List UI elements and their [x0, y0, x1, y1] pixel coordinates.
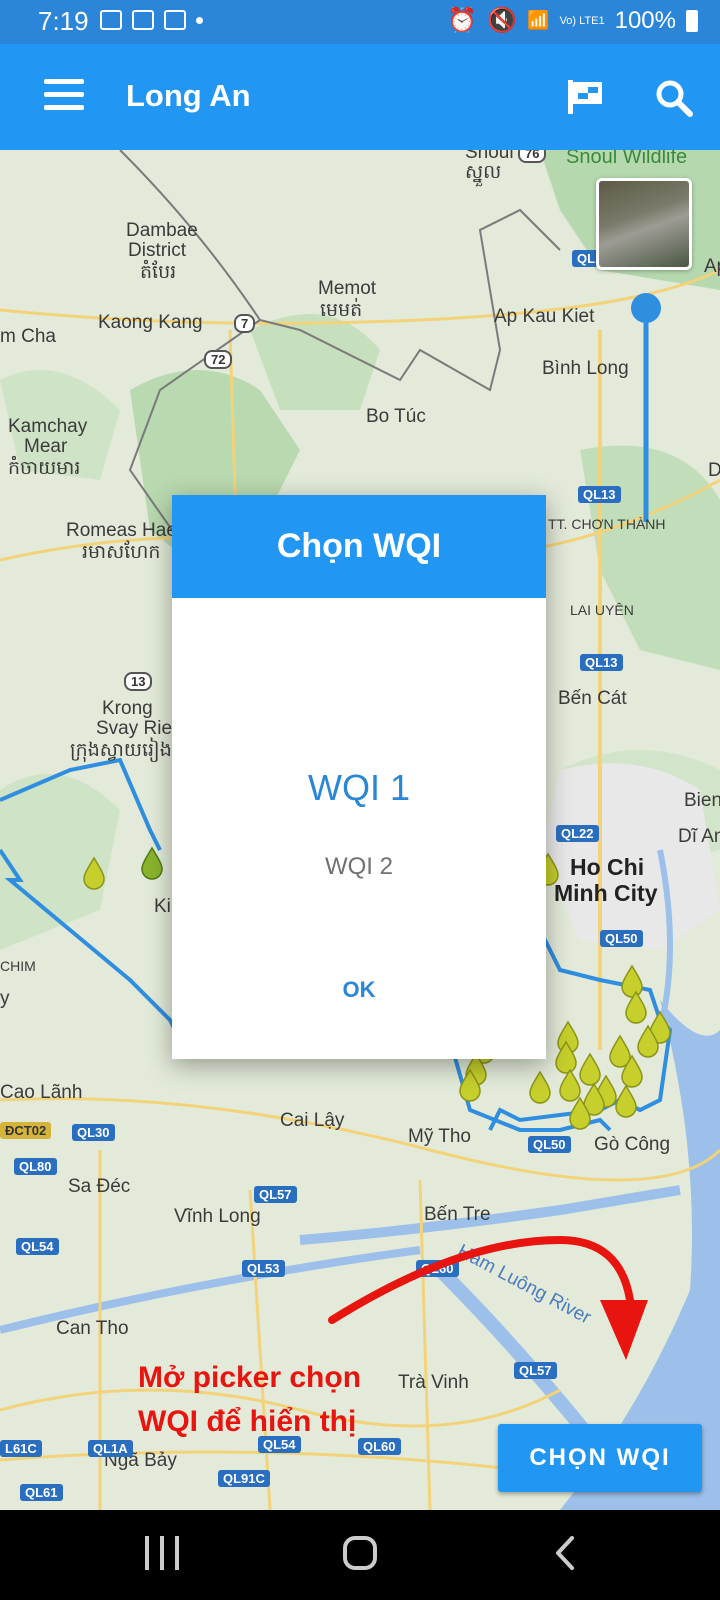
flag-icon[interactable]: [566, 78, 606, 116]
ok-button[interactable]: OK: [172, 977, 546, 1003]
search-icon[interactable]: [654, 78, 694, 118]
choose-wqi-button[interactable]: CHỌN WQI: [498, 1424, 702, 1492]
battery-text: 100%: [614, 6, 676, 34]
picker-option-wqi-1[interactable]: WQI 1: [172, 767, 546, 809]
recent-apps-icon[interactable]: [145, 1536, 181, 1570]
annotation-line-1: Mở picker chọn: [138, 1361, 362, 1394]
annotation-line-2: WQI để hiển thị: [138, 1405, 357, 1438]
app-title: Long An: [126, 78, 251, 113]
more-notifications-icon: [196, 16, 203, 24]
annotation-text: Mở picker chọn WQI để hiển thị: [138, 1356, 361, 1444]
mute-icon: 🔇: [487, 7, 518, 34]
system-icons: ⏰ 🔇 📶 Vo) LTE1 100%: [447, 6, 698, 35]
battery-icon: [686, 9, 698, 32]
wqi-picker-dialog: Chọn WQI WQI 1 WQI 2 OK: [172, 495, 546, 1059]
news-icon: [164, 10, 186, 30]
alarm-icon: ⏰: [447, 7, 478, 34]
zalo-icon: [132, 10, 154, 30]
picker-option-wqi-2[interactable]: WQI 2: [172, 853, 546, 881]
home-icon[interactable]: [343, 1536, 377, 1570]
network-label: Vo) LTE1: [559, 14, 605, 27]
status-time: 7:19: [38, 6, 89, 36]
wifi-icon: 📶: [527, 10, 550, 30]
gallery-icon: [100, 10, 122, 30]
menu-icon[interactable]: [44, 79, 84, 113]
notification-icons: [100, 10, 203, 30]
dialog-title: Chọn WQI: [172, 495, 546, 598]
app-bar: Long An: [0, 44, 720, 150]
system-nav-bar: [0, 1510, 720, 1600]
status-bar: 7:19 ⏰ 🔇 📶 Vo) LTE1 100%: [0, 0, 720, 44]
back-icon[interactable]: [548, 1534, 584, 1572]
